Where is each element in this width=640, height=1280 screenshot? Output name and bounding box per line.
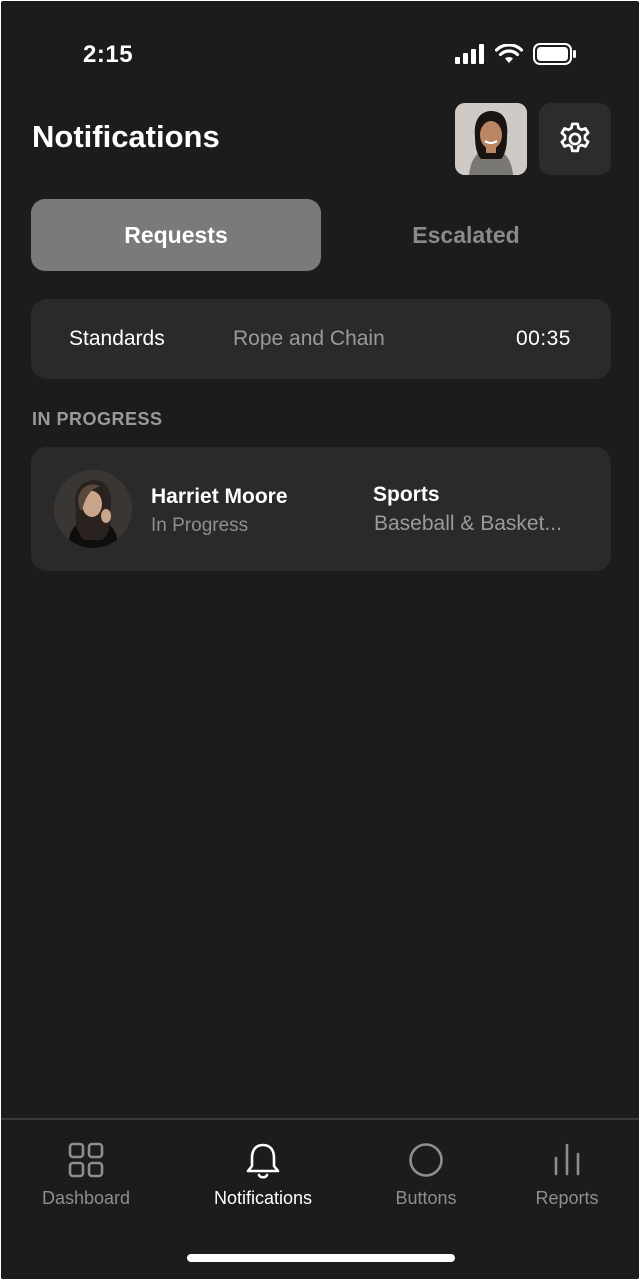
filter-category: Standards	[69, 327, 165, 350]
tabbar-label-buttons: Buttons	[395, 1188, 457, 1208]
tabbar-label-dashboard: Dashboard	[41, 1188, 131, 1208]
request-category: Sports	[373, 483, 440, 506]
person-avatar-image	[54, 470, 132, 548]
tabbar-item-notifications[interactable]: Notifications	[201, 1120, 325, 1230]
filter-card[interactable]: Standards Rope and Chain 00:35	[31, 299, 611, 379]
circle-icon	[409, 1143, 443, 1177]
tabbar-label-notifications: Notifications	[213, 1188, 313, 1208]
battery-icon	[533, 43, 576, 65]
user-avatar-image	[455, 103, 527, 175]
status-time: 2:15	[83, 41, 134, 68]
settings-button[interactable]	[539, 103, 611, 175]
page-title: Notifications	[32, 119, 220, 154]
filter-subcategory: Rope and Chain	[233, 327, 385, 350]
phone-screen: 2:15 Notifications Requests Escalated St…	[1, 1, 639, 1279]
user-avatar[interactable]	[455, 103, 527, 175]
tabbar-item-reports[interactable]: Reports	[529, 1120, 605, 1230]
filter-timer: 00:35	[515, 327, 571, 350]
request-card[interactable]: Harriet Moore In Progress Sports Basebal…	[31, 447, 611, 571]
cellular-signal-icon	[455, 44, 484, 64]
bell-icon	[246, 1143, 280, 1179]
home-indicator[interactable]	[187, 1254, 455, 1262]
person-status: In Progress	[151, 515, 249, 536]
segmented-tabs: Requests Escalated	[31, 199, 611, 271]
grid-icon	[68, 1142, 104, 1178]
tabbar-item-buttons[interactable]: Buttons	[387, 1120, 465, 1230]
person-avatar	[54, 470, 132, 548]
person-name: Harriet Moore	[151, 485, 288, 508]
tabbar-item-dashboard[interactable]: Dashboard	[37, 1120, 135, 1230]
tabbar-label-reports: Reports	[535, 1188, 599, 1208]
gear-icon	[560, 122, 590, 153]
tab-escalated[interactable]: Escalated	[321, 199, 611, 271]
tab-requests[interactable]: Requests	[31, 199, 321, 271]
request-subcategory: Baseball & Basket...	[374, 512, 562, 535]
status-icons	[455, 43, 577, 65]
wifi-icon	[495, 44, 523, 63]
bar-chart-icon	[554, 1143, 580, 1176]
section-label-in-progress: IN PROGRESS	[32, 409, 163, 429]
